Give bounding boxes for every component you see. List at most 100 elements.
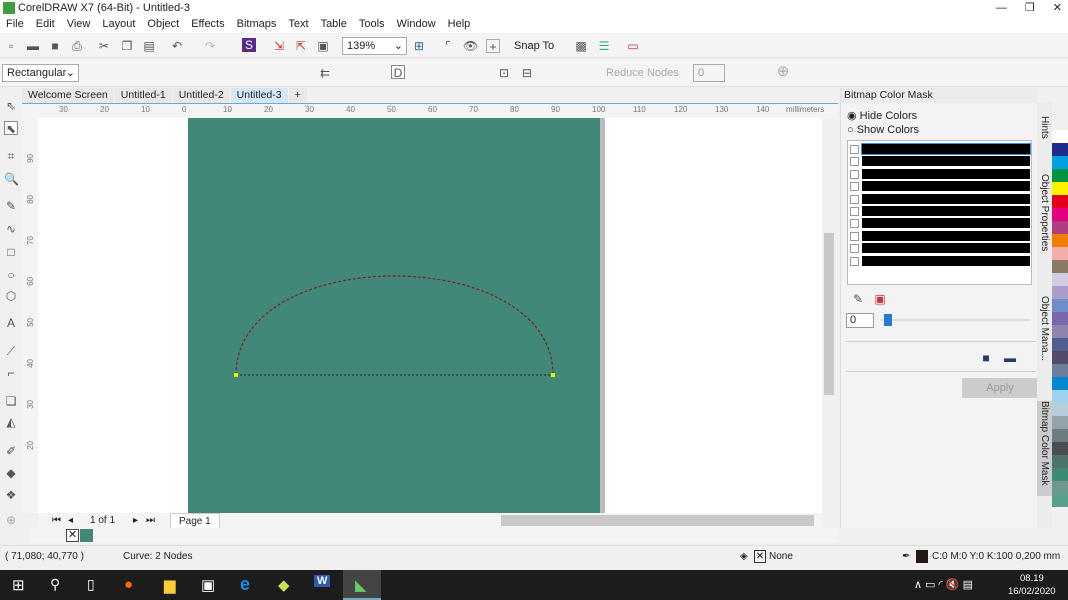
palette-swatch[interactable]: [1052, 286, 1068, 299]
rectangle-tool-icon[interactable]: □: [4, 245, 18, 259]
paste-icon[interactable]: ▤: [142, 39, 156, 53]
dimension-tool-icon[interactable]: ⟋: [4, 344, 18, 358]
edit-color-icon[interactable]: ▣: [873, 292, 887, 306]
mask-checkbox[interactable]: [850, 145, 859, 154]
horizontal-scroll-thumb[interactable]: [501, 515, 814, 526]
no-color-swatch[interactable]: ✕: [66, 529, 79, 542]
undo-icon[interactable]: ↶: [170, 39, 184, 53]
menu-text[interactable]: Text: [282, 16, 314, 33]
tolerance-slider-thumb[interactable]: [884, 314, 892, 326]
store-icon[interactable]: ▣: [201, 576, 215, 594]
palette-swatch[interactable]: [1052, 182, 1068, 195]
first-page-icon[interactable]: ⏮: [52, 513, 61, 528]
palette-swatch[interactable]: [1052, 156, 1068, 169]
mask-color-row[interactable]: [850, 218, 1030, 229]
copy-icon[interactable]: ❐: [120, 39, 134, 53]
show-rulers-icon[interactable]: ⌜: [441, 39, 455, 53]
mask-color-row[interactable]: [850, 143, 1031, 155]
application-launcher-icon[interactable]: ☰: [597, 39, 611, 53]
palette-swatch[interactable]: [1052, 494, 1068, 507]
close-button[interactable]: ✕: [1053, 0, 1062, 16]
page-color-swatch[interactable]: [80, 529, 93, 542]
zoom-select[interactable]: 139% ⌄: [342, 37, 407, 55]
palette-swatch[interactable]: [1052, 208, 1068, 221]
vertical-ruler[interactable]: 90 80 70 60 50 40 30 20: [22, 118, 38, 513]
welcome-icon[interactable]: ▭: [626, 39, 640, 53]
mask-checkbox[interactable]: [850, 231, 859, 241]
palette-swatch[interactable]: [1052, 403, 1068, 416]
smooth-node-icon[interactable]: D: [391, 65, 405, 80]
menu-help[interactable]: Help: [442, 16, 477, 33]
snap-to-button[interactable]: Snap To: [514, 40, 554, 52]
shape-tool-icon[interactable]: ⬉: [4, 121, 18, 136]
mask-color-row[interactable]: [850, 206, 1030, 217]
tab-welcome-screen[interactable]: Welcome Screen: [22, 88, 114, 103]
export-icon[interactable]: ⇱: [294, 39, 308, 53]
connector-tool-icon[interactable]: ⌐: [4, 366, 18, 380]
tolerance-input[interactable]: 0: [846, 313, 874, 328]
palette-swatch[interactable]: [1052, 429, 1068, 442]
reflect-nodes-icon[interactable]: ⊟: [520, 66, 534, 80]
menu-effects[interactable]: Effects: [185, 16, 230, 33]
file-explorer-icon[interactable]: ▆: [164, 576, 176, 594]
vertical-scroll-thumb[interactable]: [824, 233, 834, 395]
node-handle[interactable]: [234, 373, 238, 377]
palette-swatch[interactable]: [1052, 221, 1068, 234]
tab-untitled-1[interactable]: Untitled-1: [114, 88, 172, 103]
menu-layout[interactable]: Layout: [96, 16, 141, 33]
curve-object[interactable]: [38, 118, 822, 513]
palette-swatch[interactable]: [1052, 390, 1068, 403]
mask-color-row[interactable]: [850, 243, 1030, 254]
open-mask-icon[interactable]: ▬: [1003, 351, 1017, 365]
docker-tab-hints[interactable]: Hints: [1037, 116, 1052, 161]
firefox-icon[interactable]: ●: [124, 576, 133, 593]
save-mask-icon[interactable]: ■: [979, 351, 993, 365]
menu-bitmaps[interactable]: Bitmaps: [231, 16, 283, 33]
menu-file[interactable]: File: [0, 16, 30, 33]
palette-swatch[interactable]: [1052, 260, 1068, 273]
apply-button[interactable]: Apply: [962, 378, 1038, 398]
new-tab-button[interactable]: +: [288, 88, 307, 103]
menu-object[interactable]: Object: [141, 16, 185, 33]
search-icon[interactable]: ⚲: [50, 576, 60, 593]
options-icon[interactable]: ▩: [574, 39, 588, 53]
edge-icon[interactable]: e: [240, 574, 250, 595]
mask-checkbox[interactable]: [850, 256, 859, 266]
zoom-to-page-icon[interactable]: ⊞: [412, 39, 426, 53]
menu-edit[interactable]: Edit: [30, 16, 61, 33]
palette-swatch[interactable]: [1052, 143, 1068, 156]
menu-window[interactable]: Window: [391, 16, 442, 33]
align-nodes-icon[interactable]: ⊡: [497, 66, 511, 80]
menu-tools[interactable]: Tools: [353, 16, 391, 33]
transparency-tool-icon[interactable]: ◭: [4, 415, 18, 429]
mask-color-row[interactable]: [850, 181, 1030, 192]
ellipse-tool-icon[interactable]: ○: [4, 268, 18, 282]
crop-tool-icon[interactable]: ⌗: [4, 149, 18, 163]
polygon-tool-icon[interactable]: ⬡: [4, 289, 18, 303]
tab-untitled-2[interactable]: Untitled-2: [172, 88, 230, 103]
system-tray-icons[interactable]: ∧ ▭ ◜ 🔇 ▤: [914, 578, 973, 591]
new-icon[interactable]: ▫: [4, 39, 18, 53]
palette-swatch[interactable]: [1052, 364, 1068, 377]
add-icon[interactable]: ⊕: [776, 64, 790, 79]
search-content-icon[interactable]: S: [242, 38, 256, 52]
drawing-canvas[interactable]: [38, 118, 822, 513]
palette-swatch[interactable]: [1052, 312, 1068, 325]
print-icon[interactable]: ⎙: [70, 39, 84, 53]
palette-swatch[interactable]: [1052, 234, 1068, 247]
palette-swatch[interactable]: [1052, 416, 1068, 429]
fill-icon[interactable]: ◈: [740, 546, 748, 568]
view-icon[interactable]: 👁: [463, 39, 478, 53]
mask-color-row[interactable]: [850, 156, 1030, 167]
drop-shadow-tool-icon[interactable]: ❏: [4, 394, 18, 408]
mask-checkbox[interactable]: [850, 244, 859, 254]
palette-swatch[interactable]: [1052, 299, 1068, 312]
palette-swatch[interactable]: [1052, 351, 1068, 364]
menu-table[interactable]: Table: [315, 16, 353, 33]
mask-checkbox[interactable]: [850, 207, 859, 216]
palette-swatch[interactable]: [1052, 273, 1068, 286]
show-colors-radio[interactable]: ○ Show Colors: [847, 124, 919, 136]
mask-checkbox[interactable]: [850, 194, 859, 204]
word-icon[interactable]: W: [314, 575, 331, 587]
palette-swatch[interactable]: [1052, 325, 1068, 338]
